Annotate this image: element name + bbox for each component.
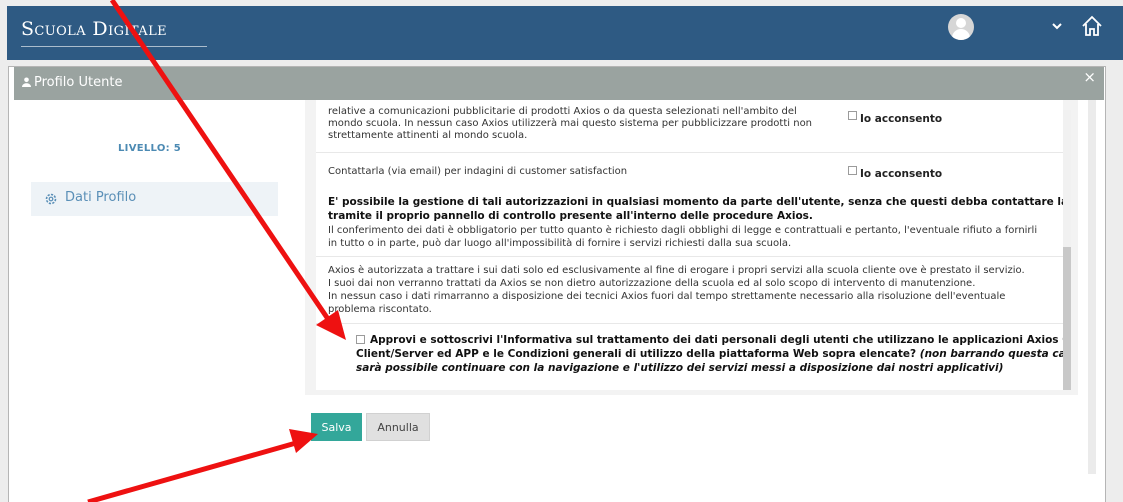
para4-line3: In nessun caso i dati rimarranno a dispo…	[328, 291, 1006, 302]
divider	[316, 256, 1063, 257]
user-icon	[22, 77, 31, 87]
modal-header: Profilo Utente ×	[14, 67, 1104, 100]
level-label: LIVELLO: 5	[118, 143, 181, 154]
gear-icon	[45, 193, 57, 205]
sidebar-item-label: Dati Profilo	[65, 190, 137, 205]
privacy-content: relative a comunicazioni pubblicitarie d…	[316, 100, 1063, 390]
para1-line2: mondo scuola. In nessun caso Axios utili…	[328, 118, 813, 129]
consent-checkbox-promo[interactable]	[848, 111, 857, 120]
brand-underline	[21, 46, 207, 47]
approval-line1: Approvi e sottoscrivi l'Informativa sul …	[370, 334, 1063, 346]
para3-line1: Il conferimento dei dati è obbligatorio …	[328, 225, 1038, 236]
approval-line2-italic: (non barrando questa casella non	[919, 348, 1063, 360]
sidebar-item-dati-profilo[interactable]: Dati Profilo	[31, 182, 278, 216]
approval-line3: sarà possibile continuare con la navigaz…	[356, 362, 1004, 374]
divider	[316, 323, 1063, 324]
save-button[interactable]: Salva	[311, 413, 362, 441]
para3-line2: in tutto o in parte, può dar luogo all'i…	[328, 238, 792, 249]
bold-line1: E' possibile la gestione di tali autoriz…	[328, 196, 1063, 208]
para4-line1: Axios è autorizzata a trattare i sui dat…	[328, 265, 1025, 276]
consent-checkbox-satisfaction[interactable]	[848, 166, 857, 175]
modal-title: Profilo Utente	[22, 75, 122, 90]
approval-line2-text: Client/Server ed APP e le Condizioni gen…	[356, 348, 917, 360]
divider	[316, 152, 1063, 153]
inner-scrollbar-thumb[interactable]	[1063, 247, 1071, 390]
avatar-head	[956, 18, 966, 28]
brand-logo[interactable]: Scuola Digitale	[21, 18, 167, 40]
modal-title-text: Profilo Utente	[34, 75, 123, 90]
para1-line1: relative a comunicazioni pubblicitarie d…	[328, 106, 797, 117]
consent-label-satisfaction: Io acconsento	[860, 168, 943, 180]
para2: Contattarla (via email) per indagini di …	[328, 166, 628, 177]
approval-checkbox[interactable]	[356, 335, 365, 344]
para4-line2: I suoi dai non verranno trattati da Axio…	[328, 278, 976, 289]
consent-label-promo: Io acconsento	[860, 113, 943, 125]
para4-line4: problema riscontato.	[328, 304, 432, 315]
bold-line2: tramite il proprio pannello di controllo…	[328, 210, 813, 222]
avatar-body	[952, 29, 970, 40]
close-icon[interactable]: ×	[1083, 68, 1096, 86]
outer-scrollbar-track[interactable]	[1088, 100, 1096, 474]
home-icon[interactable]	[1080, 14, 1104, 38]
user-avatar[interactable]	[948, 14, 974, 40]
para1-line3: strettamente attinenti al mondo scuola.	[328, 130, 528, 141]
approval-line2: Client/Server ed APP e le Condizioni gen…	[356, 348, 1063, 361]
cancel-button[interactable]: Annulla	[366, 413, 430, 441]
screen: Scuola Digitale Profilo Utente × LIVELLO…	[0, 0, 1123, 502]
chevron-down-icon[interactable]	[1047, 16, 1067, 36]
